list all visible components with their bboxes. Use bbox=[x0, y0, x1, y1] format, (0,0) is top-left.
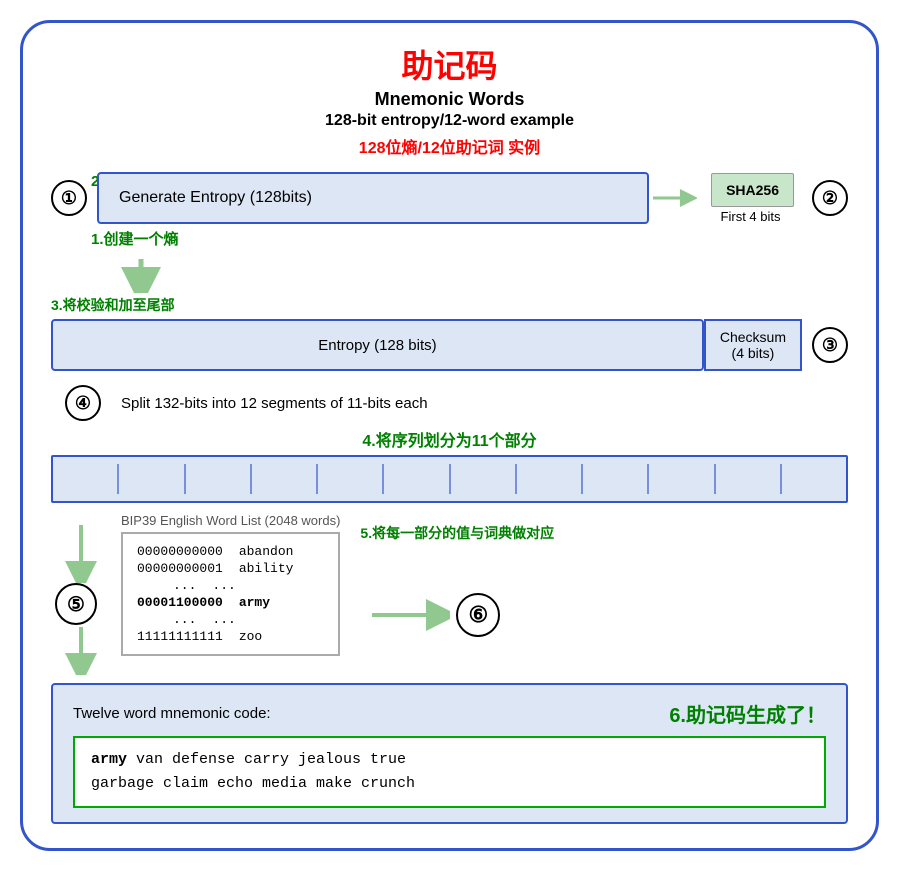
right-arrow-icon bbox=[370, 595, 450, 635]
title-en1: Mnemonic Words bbox=[51, 89, 848, 110]
step3-circle: ③ bbox=[812, 327, 848, 363]
step4-sublabel: 4.将序列划分为11个部分 bbox=[51, 427, 848, 451]
step4-circle: ④ bbox=[65, 385, 101, 421]
bip39-row-last: 11111111111zoo bbox=[137, 629, 324, 644]
left-down-arrow2-icon bbox=[61, 625, 101, 675]
step4-text: Split 132-bits into 12 segments of 11-bi… bbox=[121, 395, 428, 412]
step1-circle: ① bbox=[51, 180, 87, 216]
step5-label: 5.将每一部分的值与词典做对应 bbox=[360, 523, 560, 543]
bip39-row-0: 00000000000abandon bbox=[137, 544, 324, 559]
bip39-title: BIP39 English Word List (2048 words) bbox=[121, 513, 340, 528]
sha256-box: SHA256 bbox=[711, 173, 794, 207]
title-en2: 128-bit entropy/12-word example bbox=[51, 112, 848, 130]
title-cn2: 128位熵/12位助记词 实例 bbox=[51, 134, 848, 158]
entropy-box: Entropy (128 bits) bbox=[51, 319, 704, 371]
step3-label: 3.将校验和加至尾部 bbox=[51, 295, 848, 315]
arrow-right-icon bbox=[651, 182, 697, 214]
main-container: 助记码 Mnemonic Words 128-bit entropy/12-wo… bbox=[20, 20, 879, 851]
step4-row: ④ Split 132-bits into 12 segments of 11-… bbox=[51, 385, 848, 421]
step6-label: 6.助记码生成了！ bbox=[669, 699, 826, 728]
mnemonic-first-word: army bbox=[91, 751, 127, 768]
step5-circle: ⑤ bbox=[55, 583, 97, 625]
down-arrow-icon bbox=[111, 257, 171, 293]
bip39-row-dots1: ...... bbox=[137, 578, 324, 593]
segments-bar bbox=[51, 455, 848, 503]
mnemonic-box: army van defense carry jealous truegarba… bbox=[73, 736, 826, 808]
bip39-row-dots2: ...... bbox=[137, 612, 324, 627]
left-down-arrow-icon bbox=[61, 523, 101, 583]
final-section: Twelve word mnemonic code: 6.助记码生成了！ arm… bbox=[51, 683, 848, 824]
checksum-box: Checksum (4 bits) bbox=[704, 319, 802, 371]
bip39-wordlist: 00000000000abandon 00000000001ability ..… bbox=[121, 532, 340, 656]
step1-label: 1.创建一个熵 bbox=[91, 228, 848, 249]
step1-box: Generate Entropy (128bits) bbox=[97, 172, 649, 224]
title-cn: 助记码 bbox=[51, 41, 848, 87]
step6-circle: ⑥ bbox=[456, 593, 500, 637]
mnemonic-rest: van defense carry jealous truegarbage cl… bbox=[91, 751, 415, 792]
first-4-bits-label: First 4 bits bbox=[721, 209, 781, 224]
step2-circle: ② bbox=[812, 180, 848, 216]
final-label: Twelve word mnemonic code: bbox=[73, 705, 271, 722]
bip39-row-1: 00000000001ability bbox=[137, 561, 324, 576]
bip39-row-army: 00001100000army bbox=[137, 595, 324, 610]
